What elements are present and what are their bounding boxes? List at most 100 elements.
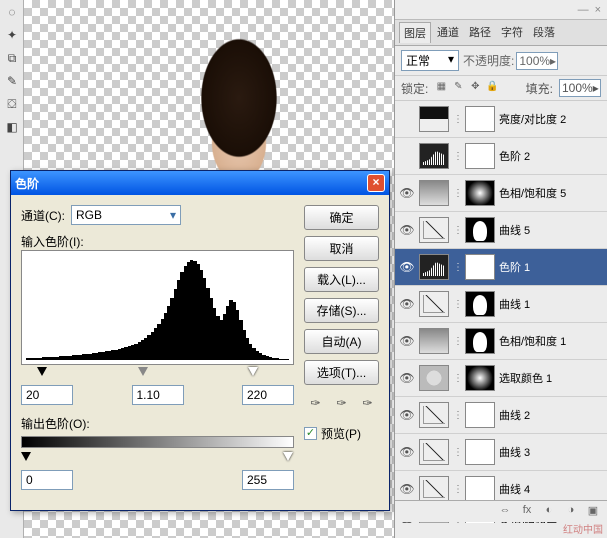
tool-brush[interactable]: ✎: [1, 70, 23, 92]
options-button[interactable]: 选项(T)...: [304, 360, 379, 385]
tool-stamp[interactable]: ⛋: [1, 93, 23, 115]
output-slider[interactable]: [21, 452, 294, 464]
input-gamma-field[interactable]: 1.10: [132, 385, 184, 405]
adjustment-thumb[interactable]: [419, 476, 449, 502]
tool-eraser[interactable]: ◧: [1, 116, 23, 138]
auto-button[interactable]: 自动(A): [304, 329, 379, 354]
output-white-field[interactable]: 255: [242, 470, 294, 490]
output-gradient: [21, 436, 294, 448]
adjustment-thumb[interactable]: [419, 402, 449, 428]
lock-transparency-icon[interactable]: ▦: [434, 81, 448, 95]
dialog-titlebar[interactable]: 色阶 ×: [11, 171, 389, 195]
visibility-icon[interactable]: 👁: [399, 444, 415, 460]
save-button[interactable]: 存储(S)...: [304, 298, 379, 323]
mask-thumb[interactable]: [465, 180, 495, 206]
chevron-down-icon: ▾: [170, 208, 176, 222]
adjustment-thumb[interactable]: [419, 439, 449, 465]
visibility-icon[interactable]: 👁: [399, 259, 415, 275]
layer-mask-icon[interactable]: ◐: [541, 504, 557, 520]
input-white-field[interactable]: 220: [242, 385, 294, 405]
adjustment-thumb[interactable]: [419, 254, 449, 280]
mask-thumb[interactable]: [465, 476, 495, 502]
blend-mode-combo[interactable]: 正常▾: [401, 50, 459, 71]
panel-footer: ⇔ fx ◐ ◑ ▣: [395, 500, 607, 522]
mask-thumb[interactable]: [465, 328, 495, 354]
group-icon[interactable]: ▣: [585, 504, 601, 520]
input-slider[interactable]: [21, 367, 294, 379]
layer-row[interactable]: 👁⋮曲线 1: [395, 286, 607, 323]
tool-wand[interactable]: ✦: [1, 24, 23, 46]
black-eyedropper-icon[interactable]: ✑: [306, 395, 326, 411]
layer-row[interactable]: ⋮色阶 2: [395, 138, 607, 175]
mask-thumb[interactable]: [465, 365, 495, 391]
mask-thumb[interactable]: [465, 402, 495, 428]
layer-name: 色阶 2: [499, 148, 603, 164]
white-point-handle[interactable]: [248, 367, 258, 376]
preview-checkbox[interactable]: ✓: [304, 427, 317, 440]
output-black-handle[interactable]: [21, 452, 31, 461]
visibility-icon[interactable]: 👁: [399, 481, 415, 497]
adjustment-thumb[interactable]: [419, 217, 449, 243]
lock-position-icon[interactable]: ✥: [468, 81, 482, 95]
input-black-field[interactable]: 20: [21, 385, 73, 405]
layer-row[interactable]: 👁⋮色阶 1: [395, 249, 607, 286]
fill-label: 填充:: [526, 80, 553, 97]
layer-style-icon[interactable]: fx: [519, 504, 535, 520]
adjustment-thumb[interactable]: [419, 180, 449, 206]
cancel-button[interactable]: 取消: [304, 236, 379, 261]
visibility-icon[interactable]: 👁: [399, 370, 415, 386]
visibility-icon[interactable]: 👁: [399, 333, 415, 349]
tab-0[interactable]: 图层: [399, 22, 431, 43]
visibility-icon[interactable]: 👁: [399, 296, 415, 312]
tab-2[interactable]: 路径: [465, 22, 495, 43]
layer-row[interactable]: 👁⋮色相/饱和度 1: [395, 323, 607, 360]
layer-row[interactable]: 👁⋮曲线 2: [395, 397, 607, 434]
tool-lasso[interactable]: ◌: [1, 1, 23, 23]
white-eyedropper-icon[interactable]: ✑: [358, 395, 378, 411]
mask-thumb[interactable]: [465, 439, 495, 465]
mask-thumb[interactable]: [465, 217, 495, 243]
output-black-field[interactable]: 0: [21, 470, 73, 490]
visibility-icon[interactable]: [399, 148, 415, 164]
output-white-handle[interactable]: [283, 452, 293, 461]
layer-row[interactable]: ⋮亮度/对比度 2: [395, 101, 607, 138]
mask-thumb[interactable]: [465, 291, 495, 317]
ok-button[interactable]: 确定: [304, 205, 379, 230]
visibility-icon[interactable]: 👁: [399, 407, 415, 423]
adjustment-layer-icon[interactable]: ◑: [563, 504, 579, 520]
load-button[interactable]: 载入(L)...: [304, 267, 379, 292]
gray-eyedropper-icon[interactable]: ✑: [332, 395, 352, 411]
layer-row[interactable]: 👁⋮选取颜色 1: [395, 360, 607, 397]
gamma-handle[interactable]: [138, 367, 148, 376]
adjustment-thumb[interactable]: [419, 106, 449, 132]
layer-row[interactable]: 👁⋮曲线 5: [395, 212, 607, 249]
mask-thumb[interactable]: [465, 143, 495, 169]
close-icon[interactable]: ×: [367, 174, 385, 192]
visibility-icon[interactable]: 👁: [399, 185, 415, 201]
minimize-icon[interactable]: —: [578, 4, 589, 16]
mask-thumb[interactable]: [465, 254, 495, 280]
visibility-icon[interactable]: 👁: [399, 222, 415, 238]
watermark: 红动中国: [563, 521, 603, 536]
layer-row[interactable]: 👁⋮色相/饱和度 5: [395, 175, 607, 212]
close-panel-icon[interactable]: ×: [595, 4, 601, 16]
histogram: [21, 250, 294, 365]
tab-1[interactable]: 通道: [433, 22, 463, 43]
link-layers-icon[interactable]: ⇔: [497, 504, 513, 520]
tab-3[interactable]: 字符: [497, 22, 527, 43]
adjustment-thumb[interactable]: [419, 365, 449, 391]
tab-4[interactable]: 段落: [529, 22, 559, 43]
mask-thumb[interactable]: [465, 106, 495, 132]
tool-crop[interactable]: ⧉: [1, 47, 23, 69]
channel-combo[interactable]: RGB ▾: [71, 205, 181, 225]
black-point-handle[interactable]: [37, 367, 47, 376]
fill-field[interactable]: 100%▸: [559, 79, 601, 97]
layer-row[interactable]: 👁⋮曲线 3: [395, 434, 607, 471]
adjustment-thumb[interactable]: [419, 143, 449, 169]
lock-paint-icon[interactable]: ✎: [451, 81, 465, 95]
adjustment-thumb[interactable]: [419, 291, 449, 317]
lock-all-icon[interactable]: 🔒: [485, 81, 499, 95]
adjustment-thumb[interactable]: [419, 328, 449, 354]
visibility-icon[interactable]: [399, 111, 415, 127]
opacity-field[interactable]: 100%▸: [516, 52, 558, 70]
